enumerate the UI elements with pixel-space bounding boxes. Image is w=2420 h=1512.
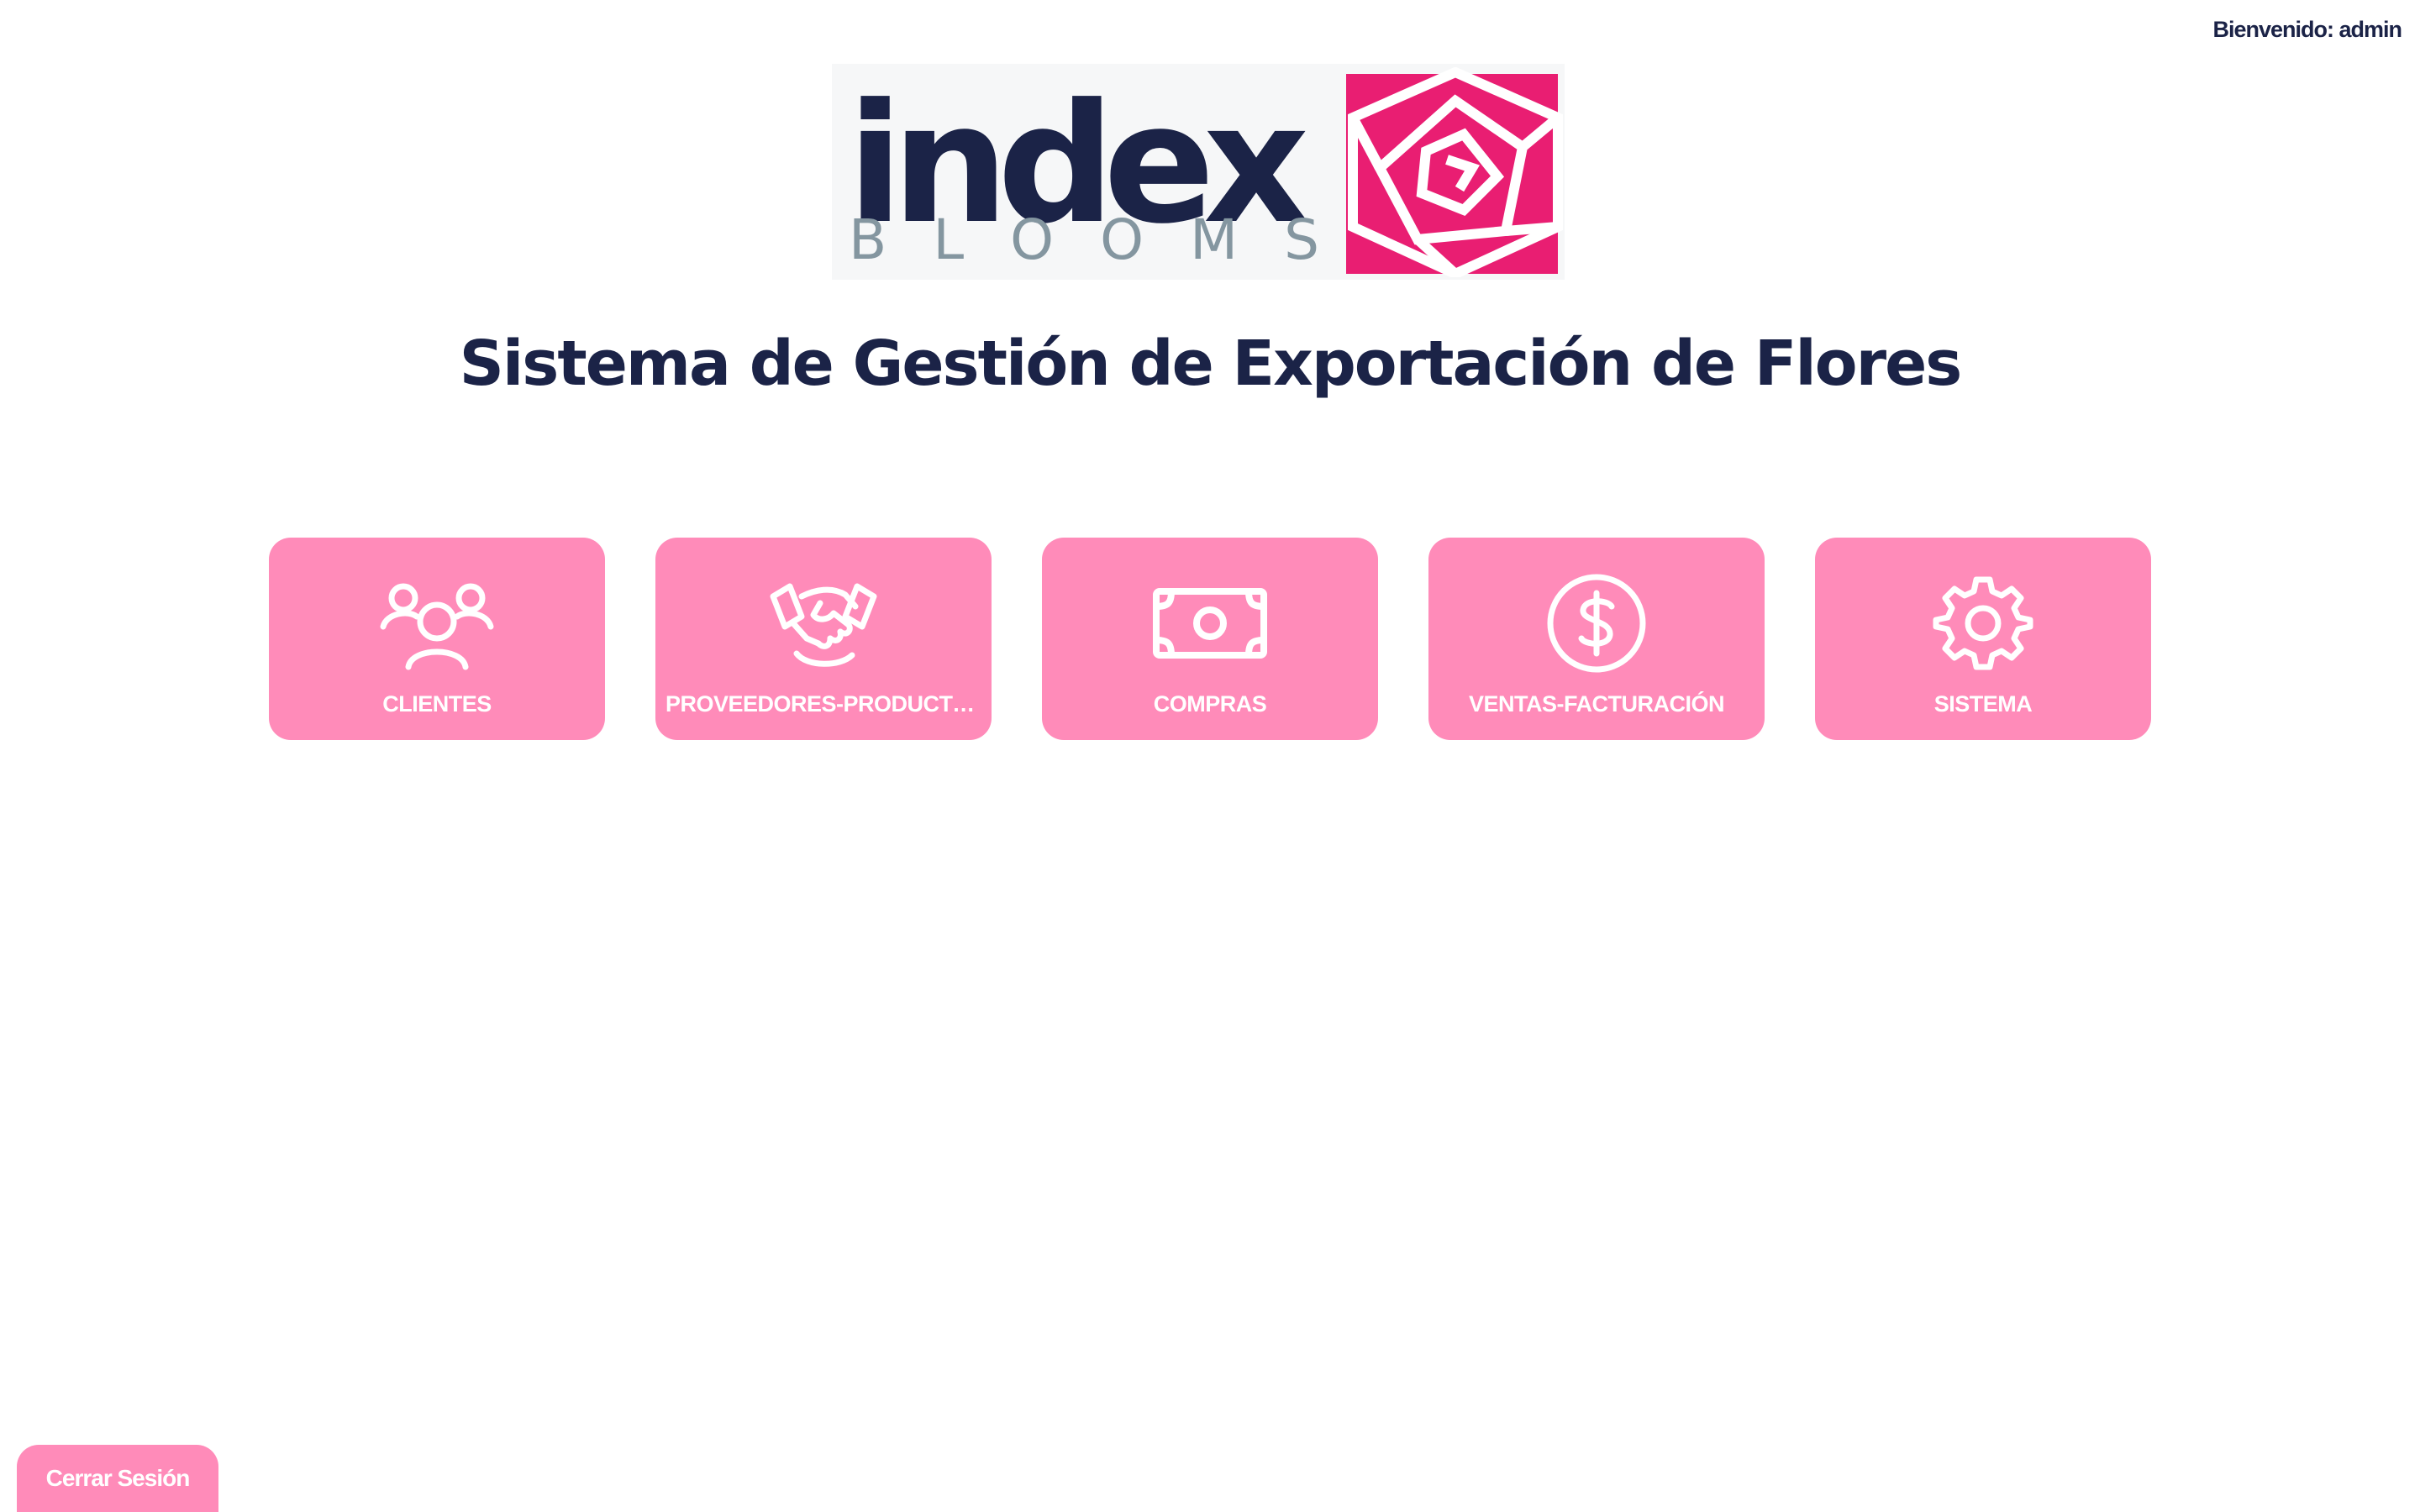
logo-letter: M [1190,207,1239,272]
cash-icon [1151,573,1269,674]
tile-compras[interactable]: COMPRAS [1042,538,1378,740]
dollar-circle-icon [1538,573,1655,674]
logo-letter: L [933,207,965,272]
tile-proveedores-productos[interactable]: PROVEEDORES-PRODUCTOS [655,538,992,740]
logo-letter: B [849,207,887,272]
page-title: Sistema de Gestión de Exportación de Flo… [459,328,1963,400]
welcome-text: Bienvenido: admin [2212,17,2402,42]
tile-label: PROVEEDORES-PRODUCTOS [666,691,981,717]
logout-button[interactable]: Cerrar Sesión [17,1445,218,1512]
tile-label: COMPRAS [1153,691,1267,717]
logo-letter: O [1010,207,1055,272]
logo-letter: O [1100,207,1144,272]
tile-label: CLIENTES [382,691,492,717]
rose-logo-icon [1346,67,1563,277]
tile-sistema[interactable]: SISTEMA [1815,538,2151,740]
tile-ventas-facturacion[interactable]: VENTAS-FACTURACIÓN [1428,538,1765,740]
brand-logo: index B L O O M S [832,64,1565,280]
tile-clientes[interactable]: CLIENTES [269,538,605,740]
tile-label: VENTAS-FACTURACIÓN [1469,691,1725,717]
users-icon [378,573,496,674]
gear-icon [1924,573,2042,674]
logo-subword: B L O O M S [849,207,1319,274]
logo-letter: S [1284,207,1319,272]
tile-label: SISTEMA [1933,691,2033,717]
handshake-icon [765,573,882,674]
